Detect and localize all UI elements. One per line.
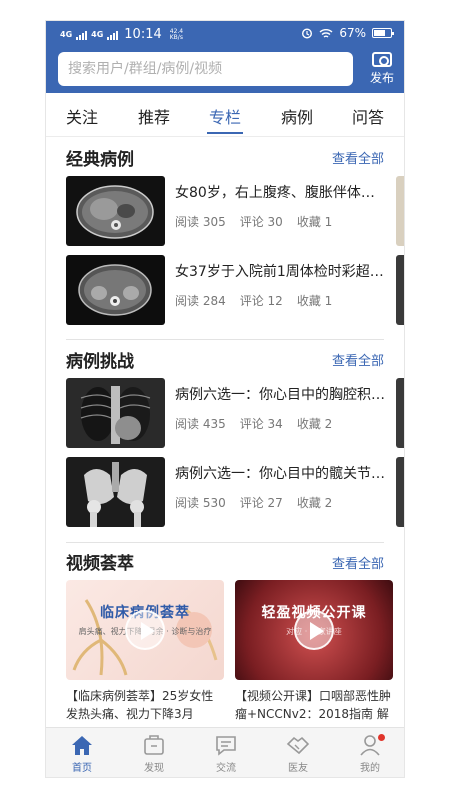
- alarm-icon: [302, 28, 313, 39]
- case-stats: 阅读 305 评论 30 收藏 1: [175, 213, 346, 230]
- nav-label: 首页: [72, 763, 92, 774]
- clock: 10:14: [124, 27, 162, 42]
- pelvis-xray-image: [66, 457, 165, 527]
- case-stats: 阅读 284 评论 12 收藏 1: [175, 292, 346, 309]
- case-thumbnail: [66, 378, 165, 448]
- signal-icon-2: [107, 30, 119, 40]
- favorite-count: 收藏 1: [296, 294, 333, 308]
- play-icon[interactable]: [294, 610, 334, 650]
- case-title: 女37岁于入院前1周体检时彩超…: [175, 264, 384, 280]
- comment-count: 评论 34: [239, 417, 283, 431]
- case-stats: 阅读 530 评论 27 收藏 2: [175, 494, 346, 511]
- next-card-peek: [396, 457, 404, 527]
- comment-count: 评论 27: [239, 496, 283, 510]
- case-item-challenge-2[interactable]: 病例六选一：你心目中的髋关节… 阅读 530 评论 27 收藏 2: [46, 457, 404, 529]
- network-type-2: 4G: [91, 29, 104, 39]
- tab-recommend[interactable]: 推荐: [138, 104, 170, 128]
- camera-icon: [372, 52, 392, 67]
- case-item-challenge-1[interactable]: 病例六选一：你心目中的胸腔积… 阅读 435 评论 34 收藏 2: [46, 378, 404, 450]
- next-card-peek: [396, 378, 404, 448]
- read-count: 阅读 435: [175, 417, 226, 431]
- nav-friends[interactable]: 医友: [262, 732, 334, 774]
- case-thumbnail: [66, 255, 165, 325]
- comment-count: 评论 12: [239, 294, 283, 308]
- battery-percent: 67%: [339, 26, 366, 40]
- app-header: 4G 4G 10:14 42.4 KB/s 67% 搜索用户/群组/病例/视频 发…: [46, 21, 404, 93]
- battery-icon: [372, 28, 394, 38]
- play-icon[interactable]: [125, 610, 165, 650]
- favorite-count: 收藏 2: [296, 496, 333, 510]
- case-item-classic-1[interactable]: 女80岁，右上腹疼、腹胀伴体… 阅读 305 评论 30 收藏 1: [46, 176, 404, 248]
- nav-label: 医友: [288, 763, 308, 774]
- status-bar: 4G 4G 10:14 42.4 KB/s 67%: [46, 21, 404, 47]
- case-stats: 阅读 435 评论 34 收藏 2: [175, 415, 346, 432]
- nav-label: 交流: [216, 763, 236, 774]
- case-title: 病例六选一：你心目中的胸腔积…: [175, 387, 385, 403]
- search-input[interactable]: 搜索用户/群组/病例/视频: [58, 52, 353, 86]
- home-icon: [72, 736, 92, 755]
- nav-label: 发现: [144, 763, 164, 774]
- nav-label: 我的: [360, 763, 380, 774]
- battery-fill: [374, 30, 385, 36]
- section-title-challenge: 病例挑战: [66, 352, 134, 372]
- publish-label: 发布: [369, 71, 394, 85]
- discover-icon: [144, 735, 164, 755]
- next-card-peek: [396, 255, 404, 325]
- chat-icon: [216, 736, 236, 756]
- favorite-count: 收藏 2: [296, 417, 333, 431]
- video-card-2[interactable]: 轻盈视频公开课 对应 · 专家讲座: [235, 580, 393, 680]
- nav-discover[interactable]: 发现: [118, 732, 190, 774]
- tab-follow[interactable]: 关注: [66, 104, 98, 128]
- read-count: 阅读 305: [175, 215, 226, 229]
- case-title: 病例六选一：你心目中的髋关节…: [175, 466, 385, 482]
- case-title: 女80岁，右上腹疼、腹胀伴体…: [175, 185, 375, 201]
- net-speed: 42.4 KB/s: [169, 28, 183, 41]
- next-card-peek: [396, 176, 404, 246]
- read-count: 阅读 284: [175, 294, 226, 308]
- favorite-count: 收藏 1: [296, 215, 333, 229]
- comment-count: 评论 30: [239, 215, 283, 229]
- notification-badge: [378, 734, 385, 741]
- read-count: 阅读 530: [175, 496, 226, 510]
- net-speed-unit: KB/s: [169, 33, 183, 41]
- status-left: 4G 4G 10:14 42.4 KB/s: [60, 27, 183, 42]
- tab-column[interactable]: 专栏: [209, 104, 241, 128]
- section-title-classic: 经典病例: [66, 150, 134, 170]
- ct-scan-image: [66, 176, 165, 246]
- video-title-2[interactable]: 【视频公开课】口咽部恶性肿瘤+NCCNv2：2018指南 解读: [235, 687, 393, 723]
- signal-icon: [76, 30, 88, 40]
- app-screen: 4G 4G 10:14 42.4 KB/s 67% 搜索用户/群组/病例/视频 发…: [45, 20, 405, 778]
- section-title-video: 视频荟萃: [66, 554, 134, 574]
- active-tab-indicator: [207, 132, 243, 134]
- tab-cases[interactable]: 病例: [281, 104, 313, 128]
- chest-xray-image: [66, 378, 165, 448]
- view-all-video[interactable]: 查看全部: [332, 553, 384, 572]
- case-item-classic-2[interactable]: 女37岁于入院前1周体检时彩超… 阅读 284 评论 12 收藏 1: [46, 255, 404, 327]
- view-all-classic[interactable]: 查看全部: [332, 148, 384, 167]
- ct-scan-image: [66, 255, 165, 325]
- section-divider: [66, 339, 384, 340]
- top-tabs: 关注 推荐 专栏 病例 问答: [46, 93, 404, 137]
- status-right: 67%: [301, 26, 394, 40]
- case-thumbnail: [66, 457, 165, 527]
- bottom-nav: 首页 发现 交流 医友 我的: [46, 727, 404, 777]
- nav-me[interactable]: 我的: [334, 732, 404, 774]
- video-card-1[interactable]: 临床病例荟萃 肩头痛、视力下降3月余 · 诊断与治疗: [66, 580, 224, 680]
- publish-button[interactable]: 发布: [362, 50, 402, 86]
- section-divider: [66, 542, 384, 543]
- tab-qa[interactable]: 问答: [352, 104, 384, 128]
- nav-home[interactable]: 首页: [46, 732, 118, 774]
- view-all-challenge[interactable]: 查看全部: [332, 350, 384, 369]
- video-title-1[interactable]: 【临床病例荟萃】25岁女性发热头痛、视力下降3月余，…: [66, 687, 224, 723]
- handshake-icon: [286, 736, 310, 755]
- network-type-1: 4G: [60, 29, 73, 39]
- wifi-icon: [319, 28, 333, 38]
- case-thumbnail: [66, 176, 165, 246]
- nav-chat[interactable]: 交流: [190, 732, 262, 774]
